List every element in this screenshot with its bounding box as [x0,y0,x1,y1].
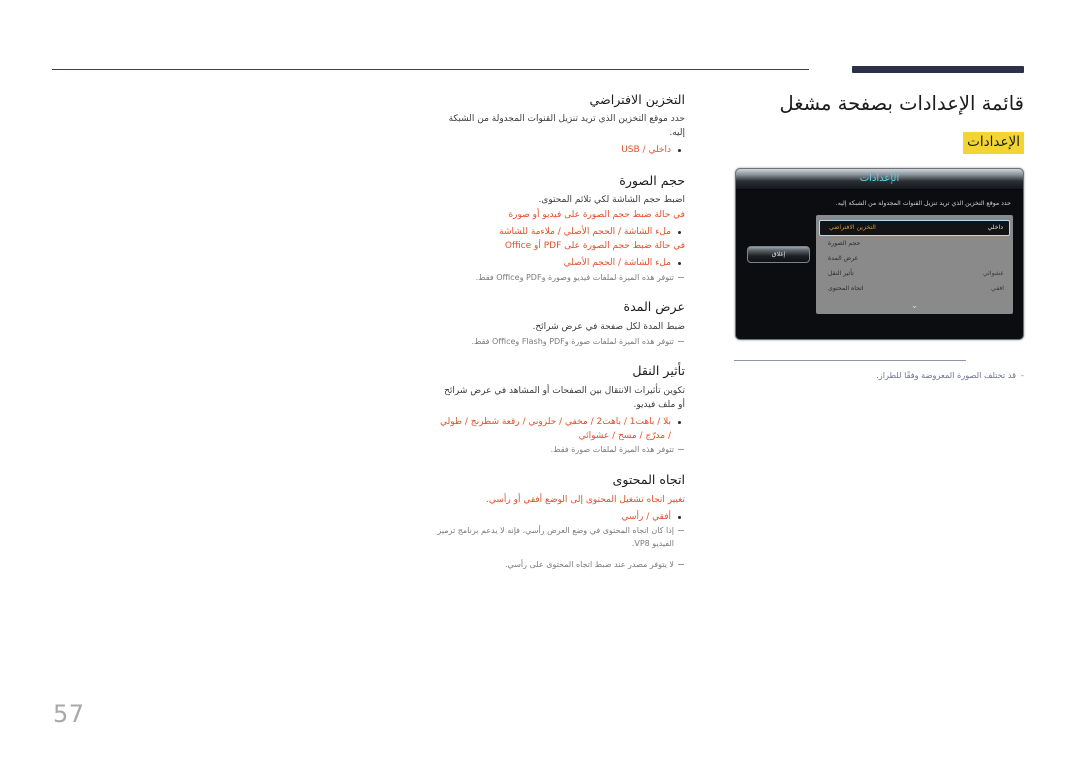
option-item: بلا / باهت1 / باهت2 / مخفي / حلزوني / رق… [435,415,681,444]
section-options-office: ملء الشاشة / الحجم الأصلي [435,256,685,270]
section-title: تأثير النقل [632,363,685,379]
page-title: قائمة الإعدادات بصفحة مشغل [779,92,1024,115]
caption-text: قد تختلف الصورة المعروضة وفقًا للطراز. [876,369,1017,380]
menu-label: حجم الصورة [828,239,861,247]
chevron-down-icon[interactable]: ⌄ [816,301,1013,311]
section-note: لا يتوفر مصدر عند ضبط اتجاه المحتوى على … [435,559,685,572]
menu-row-content-direction[interactable]: اتجاه المحتوى افقي [816,281,1013,296]
panel-titlebar: الإعدادات [736,168,1023,190]
panel-menu-list: التخزين الافتراضي داخلي حجم الصورة عرض ا… [816,214,1013,314]
section-title: عرض المدة [623,299,685,315]
menu-value: افقي [991,284,1004,292]
panel-description: حدد موقع التخزين الذي تريد تنزيل القنوات… [835,199,1011,207]
panel-close-label: إغلاق [771,250,786,258]
section-note: تتوفر هذه الميزة لملفات صورة فقط. [435,444,685,457]
menu-row-default-storage[interactable]: التخزين الافتراضي داخلي [819,219,1010,236]
section-description: اضبط حجم الشاشة لكي تلائم المحتوى. [538,194,685,205]
section-note: تتوفر هذه الميزة لملفات صورة وPDF وFlash… [435,336,685,349]
section-subcase-office: في حالة ضبط حجم الصورة على PDF أو Office [504,241,685,252]
option-item: داخلي / USB [435,143,681,157]
section-options: داخلي / USB [435,143,685,157]
section-description: تكوين تأثيرات الانتقال بين الصفحات أو ال… [444,385,685,410]
page-number: 57 [53,700,85,728]
panel-caption: - قد تختلف الصورة المعروضة وفقًا للطراز. [734,370,1024,380]
menu-row-duration-display[interactable]: عرض المدة [816,251,1013,266]
section-note: تتوفر هذه الميزة لملفات فيديو وصورة وPDF… [435,272,685,285]
device-settings-panel: الإعدادات حدد موقع التخزين الذي تريد تنز… [735,167,1024,340]
section-title: حجم الصورة [619,172,685,188]
highlight-badge-wrap: الإعدادات [734,131,1024,154]
section-content-direction: اتجاه المحتوى تغيير اتجاه تشغيل المحتوى … [435,472,685,571]
menu-label: عرض المدة [828,254,859,262]
section-description: تغيير اتجاه تشغيل المحتوى إلى الوضع أفقي… [486,494,685,505]
panel-body: إغلاق التخزين الافتراضي داخلي حجم الصورة… [736,214,1023,315]
section-title: التخزين الافتراضي [589,92,685,107]
section-options: بلا / باهت1 / باهت2 / مخفي / حلزوني / رق… [435,415,685,444]
panel-title-text: الإعدادات [859,173,900,185]
menu-row-picture-size[interactable]: حجم الصورة [816,236,1013,251]
menu-label: اتجاه المحتوى [828,284,864,292]
menu-label: التخزين الافتراضي [829,224,876,232]
menu-value: داخلي [987,224,1003,232]
option-item: ملء الشاشة / الحجم الأصلي [435,256,681,270]
section-picture-size: حجم الصورة اضبط حجم الشاشة لكي تلائم الم… [435,173,685,285]
settings-highlight-badge: الإعدادات [963,132,1024,154]
option-item: ملء الشاشة / الحجم الأصلي / ملاءمة للشاش… [435,225,681,239]
menu-label: تأثير النقل [828,269,854,277]
option-item: أفقي / رأسي [435,510,681,524]
section-note: إذا كان اتجاه المحتوى في وضع العرض رأسي،… [435,525,685,551]
header-rule-thin [52,69,809,70]
section-default-storage: التخزين الافتراضي حدد موقع التخزين الذي … [435,92,685,158]
section-description: حدد موقع التخزين الذي تريد تنزيل القنوات… [448,114,685,139]
right-column: قائمة الإعدادات بصفحة مشغل الإعدادات الإ… [734,90,1024,380]
section-title: اتجاه المحتوى [612,472,685,488]
section-description: ضبط المدة لكل صفحة في عرض شرائح. [532,321,685,332]
section-transfer-effect: تأثير النقل تكوين تأثيرات الانتقال بين ا… [435,363,685,457]
panel-close-button[interactable]: إغلاق [747,245,810,263]
caption-dash: - [1021,369,1024,380]
section-options: أفقي / رأسي [435,510,685,524]
header-rule-thick [852,66,1024,73]
manual-page: قائمة الإعدادات بصفحة مشغل الإعدادات الإ… [0,0,1080,763]
menu-value: عشوائي [982,269,1004,277]
section-subcase-video: في حالة ضبط حجم الصورة على فيديو أو صورة [508,209,685,220]
caption-rule [734,359,966,361]
section-options-video: ملء الشاشة / الحجم الأصلي / ملاءمة للشاش… [435,225,685,239]
content-column: التخزين الافتراضي حدد موقع التخزين الذي … [435,92,685,586]
section-duration-display: عرض المدة ضبط المدة لكل صفحة في عرض شرائ… [435,299,685,348]
menu-row-transfer-effect[interactable]: تأثير النقل عشوائي [816,266,1013,281]
